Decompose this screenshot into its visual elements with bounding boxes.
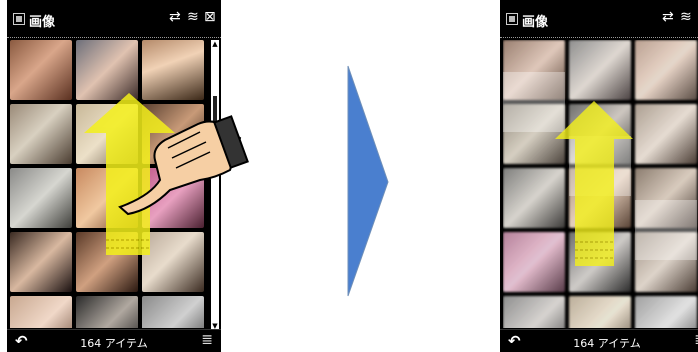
scroll-direction-overlay bbox=[555, 101, 633, 266]
up-arrow-icon bbox=[555, 101, 633, 266]
